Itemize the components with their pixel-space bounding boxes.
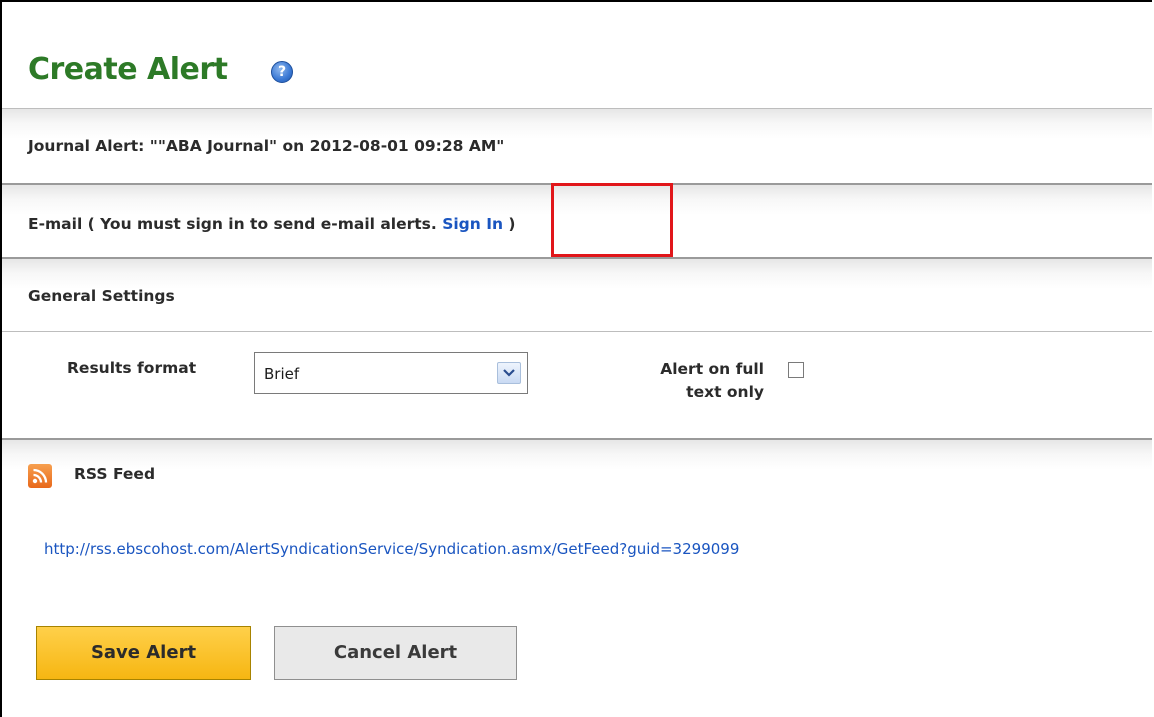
page-title: Create Alert (28, 52, 228, 87)
email-label: E-mail ( You must sign in to send e-mail… (28, 215, 515, 233)
journal-alert-row: Journal Alert: ""ABA Journal" on 2012-08… (2, 108, 1152, 183)
rss-feed-icon (28, 464, 52, 488)
results-format-value: Brief (264, 365, 300, 383)
general-settings-body (2, 331, 1152, 438)
title-row: Create Alert ? (2, 2, 1152, 108)
email-suffix: ) (503, 215, 516, 233)
full-text-label-line2: text only (686, 383, 764, 401)
general-settings-heading: General Settings (28, 287, 175, 305)
rss-feed-heading: RSS Feed (74, 465, 156, 483)
email-prefix: E-mail ( You must sign in to send e-mail… (28, 215, 443, 233)
results-format-label: Results format (67, 359, 197, 377)
rss-feed-url-link[interactable]: http://rss.ebscohost.com/AlertSyndicatio… (44, 540, 739, 558)
rss-feed-header (2, 438, 1152, 514)
cancel-alert-button[interactable]: Cancel Alert (274, 626, 517, 680)
help-icon[interactable]: ? (271, 61, 293, 83)
full-text-only-label: Alert on full text only (602, 359, 764, 405)
full-text-only-checkbox[interactable] (788, 362, 804, 378)
full-text-label-line1: Alert on full (660, 360, 764, 378)
sign-in-link[interactable]: Sign In (442, 215, 503, 233)
journal-alert-label: Journal Alert: ""ABA Journal" on 2012-08… (28, 137, 505, 155)
save-alert-button[interactable]: Save Alert (36, 626, 251, 680)
general-settings-header: General Settings (2, 257, 1152, 331)
sign-in-highlight-box (551, 183, 673, 257)
results-format-select[interactable]: Brief (254, 352, 528, 394)
chevron-down-icon[interactable] (497, 362, 521, 384)
create-alert-panel: Create Alert ? Journal Alert: ""ABA Jour… (0, 0, 1152, 717)
